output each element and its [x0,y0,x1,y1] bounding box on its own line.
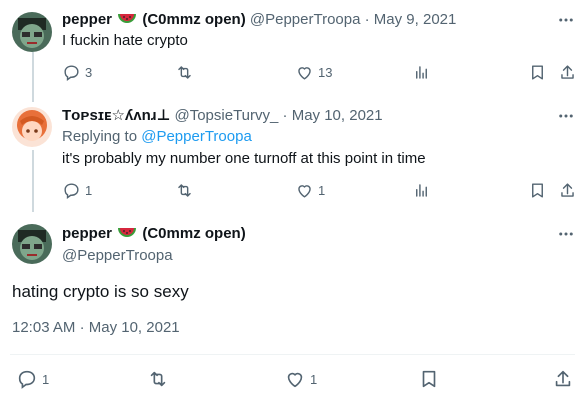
analytics-icon [416,184,427,197]
reply-button[interactable]: 1 [16,368,49,390]
share-button[interactable] [558,63,577,82]
replying-prefix: Replying to [62,128,138,145]
more-options-button[interactable] [556,106,576,126]
tweet-text: hating crypto is so sexy [12,282,189,301]
display-name-row: pepper (C0mmz open) [62,224,246,246]
more-options-button[interactable] [556,10,576,30]
retweet-icon [150,371,166,387]
like-button[interactable]: 1 [295,181,325,200]
replying-to-link[interactable]: @PepperTroopa [141,128,252,145]
zombie-avatar-icon [12,224,52,264]
avatar[interactable] [12,107,52,147]
more-icon [559,18,573,22]
bookmark-button[interactable] [528,63,547,82]
tweet-actions: 1 1 [62,181,582,201]
reply-count: 3 [85,65,93,80]
analytics-icon [416,66,427,79]
share-button[interactable] [552,368,574,390]
tweet-header: pepper (C0mmz open) @PepperTroopa · May … [62,10,456,32]
tweet-date[interactable]: May 9, 2021 [374,11,457,28]
reply-button[interactable]: 3 [62,63,92,82]
reply-button[interactable]: 1 [62,181,92,200]
share-button[interactable] [558,181,577,200]
separator-dot: · [79,319,85,336]
more-icon [559,114,573,118]
like-count: 1 [318,183,326,198]
like-button[interactable]: 1 [284,368,317,390]
tweet-date: May 10, 2021 [88,319,180,336]
views-button[interactable] [412,63,431,82]
tweet-actions: 1 1 [16,368,576,390]
heart-icon [287,372,303,388]
display-name[interactable]: pepper [62,225,112,242]
more-icon [559,232,573,236]
avatar[interactable] [12,224,52,264]
display-name[interactable]: pepper [62,11,112,28]
avatar[interactable] [12,12,52,52]
divider [10,354,575,355]
reply-icon [64,65,79,82]
reply-count: 1 [85,183,93,198]
views-button[interactable] [412,181,431,200]
handle[interactable]: @PepperTroopa [62,246,246,266]
retweet-button[interactable] [175,63,194,82]
heart-icon [298,67,311,80]
bookmark-button[interactable] [528,181,547,200]
more-options-button[interactable] [556,224,576,244]
display-name-suffix: (C0mmz open) [142,225,246,242]
tweet-header: pepper (C0mmz open) @PepperTroopa [62,224,246,266]
tweet-date[interactable]: May 10, 2021 [292,107,383,124]
tweet-text: I fuckin hate crypto [62,32,188,49]
share-icon [555,370,571,387]
share-icon [561,65,574,79]
separator-dot: · [364,11,370,28]
tweet-header: Tᴏᴘsɪᴇ☆ʎʌnɹ⊥ @TopsieTurvy_ · May 10, 202… [62,106,383,126]
zombie-avatar-icon [12,12,52,52]
thread-line [32,52,34,102]
like-button[interactable]: 13 [295,63,332,82]
retweet-button[interactable] [147,368,169,390]
retweet-icon [178,184,191,197]
bookmark-button[interactable] [418,368,440,390]
thread-line [32,150,34,212]
reply-icon [64,183,79,200]
reply-icon [18,370,36,389]
tweet-actions: 3 13 [62,63,582,83]
like-count: 1 [310,371,318,387]
handle[interactable]: @PepperTroopa [250,11,361,28]
watermelon-icon [118,226,137,246]
replying-to: Replying to @PepperTroopa [62,127,252,147]
display-name-suffix: (C0mmz open) [142,11,246,28]
bookmark-icon [532,65,543,80]
retweet-icon [178,66,191,79]
heart-icon [298,185,311,198]
anime-avatar-icon [12,107,52,147]
like-count: 13 [318,65,333,80]
handle[interactable]: @TopsieTurvy_ [174,107,278,124]
tweet-timestamp[interactable]: 12:03 AM · May 10, 2021 [12,318,180,338]
retweet-button[interactable] [175,181,194,200]
watermelon-icon [118,12,137,32]
share-icon [561,183,574,197]
bookmark-icon [532,183,543,198]
separator-dot: · [282,107,288,124]
tweet-time: 12:03 AM [12,319,76,336]
bookmark-icon [422,370,436,388]
tweet-text: it's probably my number one turnoff at t… [62,150,426,167]
reply-count: 1 [42,371,50,387]
display-name[interactable]: Tᴏᴘsɪᴇ☆ʎʌnɹ⊥ [62,107,170,124]
